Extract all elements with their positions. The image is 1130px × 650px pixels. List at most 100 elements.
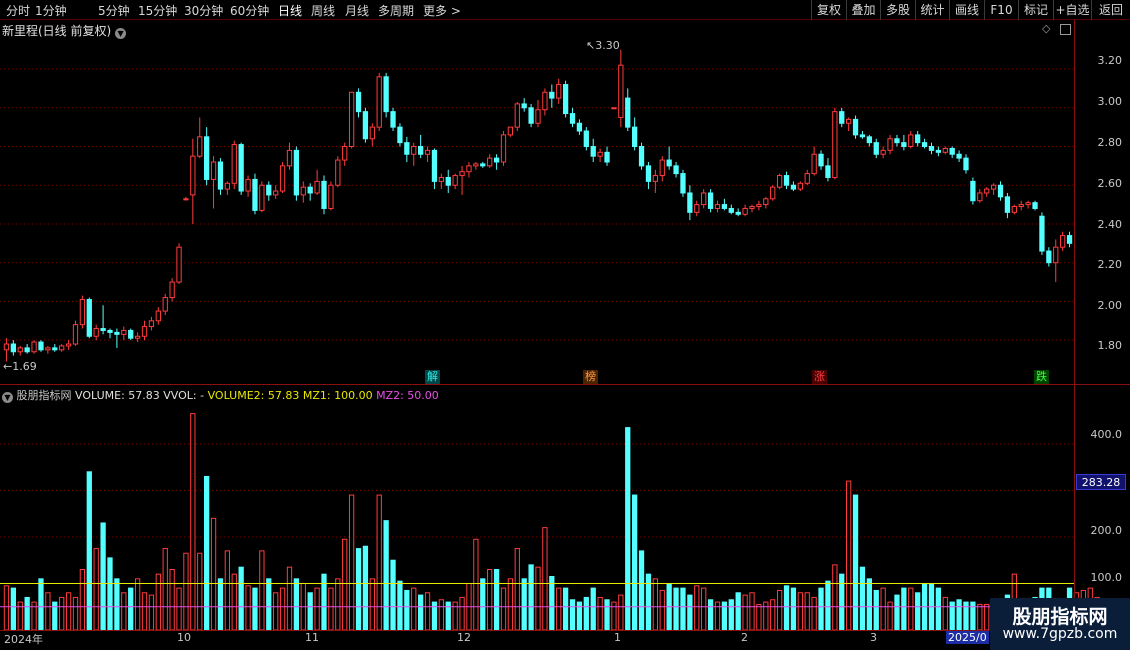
event-tag-fall[interactable]: 跌 [1034, 370, 1049, 384]
volume-bar-down [24, 596, 30, 631]
volume-bar-up [542, 527, 548, 631]
candle-down [10, 343, 16, 353]
candle-down [866, 136, 872, 144]
candle-down [266, 184, 272, 196]
candle-up [908, 134, 914, 148]
volume-tick: 200.0 [1090, 524, 1123, 537]
volume-bar-up [197, 552, 203, 631]
volume-bar-up [500, 587, 507, 631]
candle-up [141, 326, 148, 337]
candle-up [183, 198, 189, 201]
candle-down [1032, 202, 1038, 209]
candle-down [894, 138, 900, 144]
candle-up [438, 176, 444, 182]
price-tick: 2.40 [1097, 218, 1123, 231]
candle-up [618, 64, 624, 118]
candle-down [293, 149, 300, 196]
candle-down [721, 204, 728, 209]
volume-bar-down [625, 427, 631, 631]
volume-bar-up [487, 569, 493, 631]
volume-bar-up [694, 585, 700, 631]
volume-bar-up [749, 592, 755, 631]
volume-bar-down [114, 578, 120, 631]
candle-up [887, 138, 893, 151]
date-tick: 12 [457, 631, 471, 644]
candle-up [335, 159, 341, 186]
candle-up [1025, 202, 1031, 206]
event-tag-rise[interactable]: 涨 [812, 370, 827, 384]
volume-bar-down [252, 587, 258, 631]
candle-down [1004, 196, 1011, 213]
candle-up [424, 149, 431, 155]
volume-value: VOLUME: 57.83 [75, 389, 160, 402]
candle-up [314, 180, 320, 194]
volume-bar-down [404, 589, 410, 631]
candle-up [770, 186, 776, 200]
candle-up [79, 298, 86, 326]
volume-bar-down [735, 592, 741, 631]
volume-bar-up [162, 548, 168, 631]
watermark-url: www.7gpzb.com [1002, 626, 1118, 642]
volume-bar-up [556, 587, 562, 631]
volume-bar-up [210, 517, 217, 631]
volume-bar-down [390, 559, 396, 631]
candle-up [797, 182, 803, 190]
volume-bar-down [825, 580, 831, 631]
volume-bar-up [183, 552, 189, 631]
volume-bar-up [507, 578, 514, 631]
volume-bar-down [493, 569, 500, 631]
candle-up [210, 161, 217, 180]
candle-down [114, 331, 120, 335]
chart-canvas[interactable] [0, 0, 1130, 650]
candle-up [1060, 235, 1066, 248]
mz1-value: MZ1: 100.00 [302, 389, 373, 402]
event-tag-list[interactable]: 榜 [583, 370, 598, 384]
volume-bar-down [549, 575, 555, 631]
volume-bar-up [335, 578, 341, 631]
candle-down [383, 76, 389, 113]
candle-up [763, 198, 769, 206]
volume-bar-up [328, 587, 334, 631]
high-annotation: ↖3.30 [586, 39, 620, 52]
candle-down [687, 192, 693, 213]
volume-bar-up [459, 596, 465, 631]
candle-up [93, 328, 99, 337]
candle-up [286, 149, 293, 167]
candle-up [611, 107, 617, 110]
volume-bar-up [245, 585, 251, 631]
candle-down [666, 159, 672, 167]
volume-bar-down [728, 599, 734, 631]
candle-up [190, 155, 196, 196]
candle-up [259, 184, 265, 211]
candle-up [121, 329, 127, 335]
candle-down [549, 91, 555, 99]
candle-up [535, 109, 541, 124]
candle-down [52, 347, 58, 351]
event-tag-unlock[interactable]: 解 [425, 370, 440, 384]
candle-up [487, 157, 493, 167]
volume-bar-up [942, 596, 948, 631]
volume-bar-down [818, 587, 824, 631]
volume-bar-down [687, 594, 693, 631]
candle-up [804, 173, 810, 184]
volume-bar-down [569, 599, 576, 631]
chevron-down-icon[interactable]: ▼ [2, 392, 13, 403]
volume-bar-up [148, 594, 155, 631]
candle-down [480, 163, 486, 167]
price-tick: 1.80 [1097, 339, 1123, 352]
candle-up [880, 149, 886, 155]
volume-bar-down [383, 520, 389, 631]
volume-bar-up [3, 585, 10, 631]
candle-down [569, 113, 576, 124]
candle-up [162, 297, 168, 312]
volume-bar-up [535, 566, 541, 631]
candle-up [1053, 246, 1059, 264]
volume-bar-up [984, 603, 990, 631]
candle-down [583, 130, 589, 148]
volume-bar-down [107, 557, 113, 631]
volume-bar-up [597, 596, 603, 631]
candle-down [680, 173, 686, 194]
candle-up [984, 188, 990, 194]
candle-up [942, 147, 948, 153]
volume-bar-down [590, 587, 596, 631]
